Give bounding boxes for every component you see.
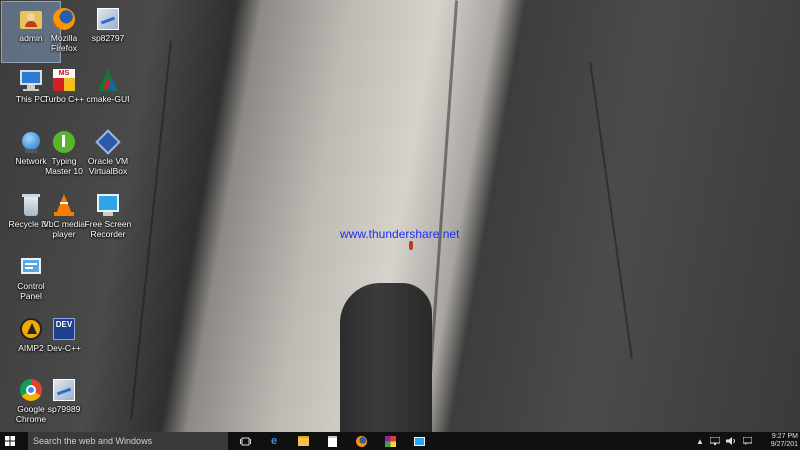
speaker-icon xyxy=(726,437,735,445)
virtualbox-icon xyxy=(95,129,121,155)
network-status-icon xyxy=(710,437,720,445)
tray-volume-button[interactable] xyxy=(724,432,738,450)
desktop-icon-virtualbox[interactable]: Oracle VM VirtualBox xyxy=(79,125,137,185)
firefox-icon xyxy=(51,6,77,32)
desktop-icon-label: sp79989 xyxy=(47,404,81,414)
taskbar: Search the web and Windows e ▲ 9:27 PM 9… xyxy=(0,432,800,450)
desktop-icon-label: Dev-C++ xyxy=(46,343,81,353)
chevron-up-icon: ▲ xyxy=(696,436,704,446)
desktop-icon-free-screen-recorder[interactable]: Free Screen Recorder xyxy=(79,188,137,248)
taskbar-app[interactable] xyxy=(380,432,400,450)
screen-recorder-icon xyxy=(95,192,121,218)
control-panel-icon xyxy=(18,254,44,280)
taskbar-search-box[interactable]: Search the web and Windows xyxy=(28,432,228,450)
folder-icon xyxy=(297,436,309,446)
taskbar-screen-recorder[interactable] xyxy=(409,432,429,450)
desktop-icon-label: Free Screen Recorder xyxy=(84,219,132,239)
desktop-icon-control-panel[interactable]: Control Panel xyxy=(2,250,60,310)
taskbar-file-explorer[interactable] xyxy=(293,432,313,450)
firefox-icon xyxy=(355,435,367,447)
rock-crack xyxy=(589,61,633,359)
taskbar-edge[interactable]: e xyxy=(264,432,284,450)
clock-time: 9:27 PM xyxy=(771,433,798,440)
cmake-icon xyxy=(95,67,121,93)
start-button[interactable] xyxy=(0,432,20,450)
vlc-icon xyxy=(51,192,77,218)
tray-action-center-button[interactable] xyxy=(740,432,754,450)
tray-network-button[interactable] xyxy=(708,432,722,450)
desktop-icon-dev-cpp[interactable]: DEV Dev-C++ xyxy=(35,312,93,372)
desktop-icon-sp79989[interactable]: sp79989 xyxy=(35,373,93,432)
climber xyxy=(409,241,413,250)
clock-date: 9/27/201 xyxy=(770,441,798,448)
tray-overflow-button[interactable]: ▲ xyxy=(694,432,706,450)
screen-recorder-icon xyxy=(413,436,425,446)
installer-icon xyxy=(95,6,121,32)
rock-pillar xyxy=(340,283,432,432)
typing-master-icon xyxy=(51,129,77,155)
desktop-icon-cmake-gui[interactable]: cmake-GUI xyxy=(79,63,137,123)
desktop-icon-label: cmake-GUI xyxy=(86,94,130,104)
windows-logo-icon xyxy=(5,436,15,446)
watermark-text: www.thundershare.net xyxy=(340,227,460,241)
message-icon xyxy=(742,437,752,445)
dev-cpp-icon: DEV xyxy=(51,316,77,342)
task-view-icon xyxy=(239,437,251,445)
desktop-icon-sp82797[interactable]: sp82797 xyxy=(79,2,137,62)
store-icon xyxy=(327,435,337,447)
desktop-icon-label: Control Panel xyxy=(17,281,45,301)
tray-clock[interactable]: 9:27 PM 9/27/201 xyxy=(758,433,798,451)
turbo-cpp-icon: MS xyxy=(51,67,77,93)
taskbar-store[interactable] xyxy=(322,432,342,450)
desktop-icon-label: Oracle VM VirtualBox xyxy=(87,156,129,176)
desktop: www.thundershare.net admin This PC Netwo… xyxy=(0,0,800,432)
desktop-icon-label: sp82797 xyxy=(91,33,125,43)
edge-icon: e xyxy=(270,435,278,447)
task-view-button[interactable] xyxy=(235,432,255,450)
taskbar-firefox[interactable] xyxy=(351,432,371,450)
installer-icon xyxy=(51,377,77,403)
app-tiles-icon xyxy=(384,435,396,447)
